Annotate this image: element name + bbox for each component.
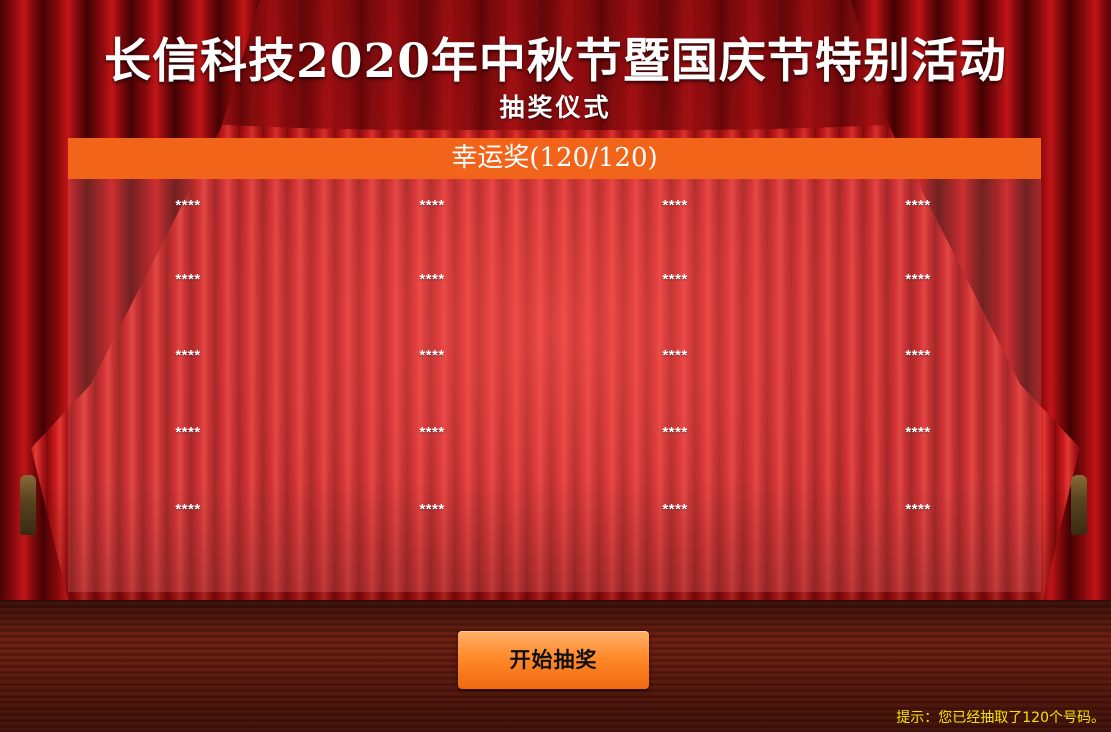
winner-cell: **** bbox=[175, 347, 201, 364]
winner-cell: **** bbox=[175, 271, 201, 288]
winner-cell: **** bbox=[905, 424, 931, 441]
winner-cell: **** bbox=[175, 197, 201, 214]
winner-cell: **** bbox=[662, 424, 688, 441]
winner-cell: **** bbox=[419, 347, 445, 364]
start-draw-button[interactable]: 开始抽奖 bbox=[458, 631, 649, 689]
winner-cell: **** bbox=[419, 501, 445, 518]
event-subtitle: 抽奖仪式 bbox=[499, 93, 612, 122]
winner-cell: **** bbox=[905, 347, 931, 364]
right-tassel-icon bbox=[1071, 475, 1087, 535]
winner-cell: **** bbox=[419, 271, 445, 288]
winner-cell: **** bbox=[662, 501, 688, 518]
winner-cell: **** bbox=[905, 501, 931, 518]
winner-cell: **** bbox=[905, 271, 931, 288]
winner-cell: **** bbox=[905, 197, 931, 214]
winner-cell: **** bbox=[662, 271, 688, 288]
winner-cell: **** bbox=[662, 197, 688, 214]
winner-cell: **** bbox=[662, 347, 688, 364]
winners-panel: 幸运奖(120/120) **** **** **** **** **** **… bbox=[68, 138, 1041, 592]
prize-header: 幸运奖(120/120) bbox=[68, 138, 1041, 179]
left-tassel-icon bbox=[20, 475, 36, 535]
winner-cell: **** bbox=[419, 197, 445, 214]
winner-cell: **** bbox=[175, 501, 201, 518]
event-title: 长信科技2020年中秋节暨国庆节特别活动 bbox=[104, 34, 1007, 89]
lottery-stage: 长信科技2020年中秋节暨国庆节特别活动 抽奖仪式 幸运奖(120/120) *… bbox=[0, 0, 1111, 732]
winner-cell: **** bbox=[175, 424, 201, 441]
hint-text: 提示：您已经抽取了120个号码。 bbox=[896, 710, 1105, 726]
winner-cell: **** bbox=[419, 424, 445, 441]
